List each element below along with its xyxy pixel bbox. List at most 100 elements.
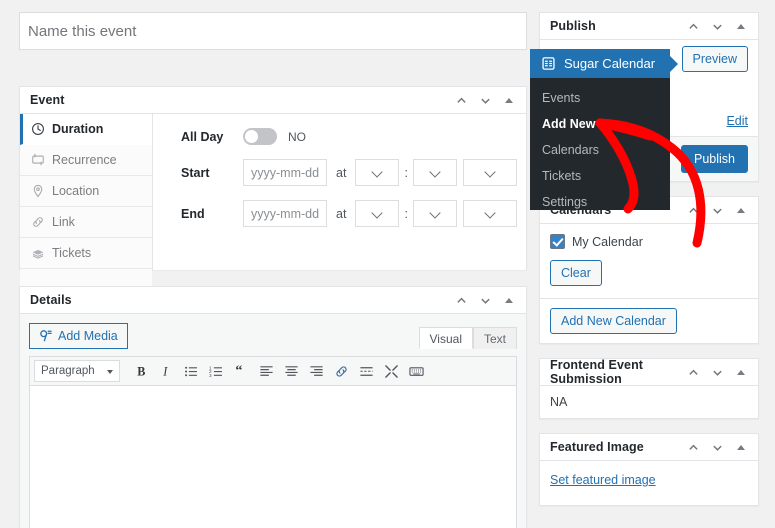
blockquote-icon[interactable]: “ — [230, 360, 253, 383]
move-up-icon[interactable] — [682, 361, 704, 383]
add-new-calendar-button[interactable]: Add New Calendar — [550, 308, 677, 334]
details-panel-title: Details — [30, 293, 72, 307]
move-up-icon[interactable] — [450, 89, 472, 111]
end-at-label: at — [336, 206, 347, 221]
end-time-separator: : — [404, 206, 408, 221]
tab-visual[interactable]: Visual — [418, 327, 473, 349]
editor-top-row: Add Media Visual Text — [29, 323, 517, 349]
menu-item-calendars[interactable]: Calendars — [530, 137, 670, 163]
start-minute-select[interactable] — [412, 159, 457, 186]
menu-item-add-new[interactable]: Add New — [530, 111, 670, 137]
move-down-icon[interactable] — [474, 89, 496, 111]
read-more-icon[interactable] — [355, 360, 378, 383]
tab-text[interactable]: Text — [472, 327, 517, 349]
all-day-state: NO — [288, 129, 306, 144]
sugar-calendar-menu-label: Sugar Calendar — [564, 56, 656, 71]
event-tab-duration[interactable]: Duration — [20, 114, 152, 145]
all-day-toggle[interactable] — [243, 128, 277, 145]
details-panel-header: Details — [20, 287, 526, 314]
event-tab-label: Link — [52, 215, 75, 229]
sugar-calendar-menu-header[interactable]: Sugar Calendar — [530, 49, 678, 78]
event-tab-recurrence[interactable]: Recurrence — [20, 145, 152, 176]
publish-edit-link[interactable]: Edit — [726, 114, 748, 128]
add-media-label: Add Media — [58, 329, 118, 343]
svg-text:B: B — [137, 364, 145, 378]
publish-button[interactable]: Publish — [681, 145, 748, 173]
start-meridiem-select[interactable] — [462, 159, 517, 186]
align-left-icon[interactable] — [255, 360, 278, 383]
move-down-icon[interactable] — [706, 361, 728, 383]
paragraph-format-select[interactable]: Paragraph — [34, 360, 120, 382]
featured-image-panel: Featured Image Set featured image — [539, 433, 759, 506]
calendar-item[interactable]: My Calendar — [550, 234, 748, 249]
end-label: End — [181, 206, 205, 221]
move-up-icon[interactable] — [682, 15, 704, 37]
panel-controls — [682, 199, 752, 221]
align-right-icon[interactable] — [305, 360, 328, 383]
move-up-icon[interactable] — [450, 289, 472, 311]
panel-controls — [450, 89, 520, 111]
numbered-list-icon[interactable]: 1 2 3 — [205, 360, 228, 383]
start-label: Start — [181, 165, 210, 180]
all-day-row: All Day NO — [181, 128, 526, 145]
event-tab-location[interactable]: Location — [20, 176, 152, 207]
toggle-panel-icon[interactable] — [730, 361, 752, 383]
add-media-button[interactable]: Add Media — [29, 323, 128, 349]
admin-page: Event Duration — [0, 0, 775, 528]
start-at-label: at — [336, 165, 347, 180]
toggle-panel-icon[interactable] — [730, 199, 752, 221]
align-center-icon[interactable] — [280, 360, 303, 383]
end-date-input[interactable] — [243, 200, 327, 227]
panel-controls — [682, 436, 752, 458]
move-up-icon[interactable] — [682, 436, 704, 458]
preview-button[interactable]: Preview — [681, 46, 748, 72]
end-hour-select[interactable] — [355, 200, 400, 227]
toggle-panel-icon[interactable] — [730, 436, 752, 458]
start-hour-select[interactable] — [355, 159, 400, 186]
toolbar-toggle-icon[interactable] — [405, 360, 428, 383]
italic-icon[interactable]: I — [155, 360, 178, 383]
menu-item-tickets[interactable]: Tickets — [530, 163, 670, 189]
toggle-panel-icon[interactable] — [730, 15, 752, 37]
event-tab-tickets[interactable]: Tickets — [20, 238, 152, 269]
event-title-wrapper — [19, 12, 527, 50]
frontend-submission-panel: Frontend Event Submission NA — [539, 358, 759, 419]
fullscreen-icon[interactable] — [380, 360, 403, 383]
svg-text:“: “ — [235, 364, 242, 378]
event-panel-header: Event — [20, 87, 526, 114]
menu-item-events[interactable]: Events — [530, 85, 670, 111]
start-time-separator: : — [404, 165, 408, 180]
move-down-icon[interactable] — [474, 289, 496, 311]
sugar-calendar-menu: Sugar Calendar Events Add New Calendars … — [530, 49, 678, 210]
calendars-list: My Calendar Clear — [540, 224, 758, 298]
end-minute-select[interactable] — [412, 200, 457, 227]
editor-toolbar: Paragraph B I 1 2 3 “ — [29, 356, 517, 385]
event-tab-link[interactable]: Link — [20, 207, 152, 238]
start-date-input[interactable] — [243, 159, 327, 186]
repeat-icon — [32, 153, 44, 166]
move-down-icon[interactable] — [706, 199, 728, 221]
set-featured-image-link[interactable]: Set featured image — [550, 473, 656, 487]
featured-image-header: Featured Image — [540, 434, 758, 461]
move-down-icon[interactable] — [706, 15, 728, 37]
event-title-input[interactable] — [19, 12, 527, 50]
toggle-panel-icon[interactable] — [498, 289, 520, 311]
editor-content-area[interactable] — [29, 385, 517, 528]
end-meridiem-select[interactable] — [462, 200, 517, 227]
panel-controls — [450, 289, 520, 311]
clear-button[interactable]: Clear — [550, 260, 602, 286]
toggle-panel-icon[interactable] — [498, 89, 520, 111]
event-panel-body: Duration Recurrence Location Link Ticket… — [20, 114, 526, 289]
calendar-label: My Calendar — [572, 234, 643, 249]
featured-image-body: Set featured image — [540, 461, 758, 505]
move-up-icon[interactable] — [682, 199, 704, 221]
editor-mode-tabs: Visual Text — [418, 327, 517, 349]
link-icon[interactable] — [330, 360, 353, 383]
svg-text:3: 3 — [209, 373, 212, 378]
move-down-icon[interactable] — [706, 436, 728, 458]
calendar-checkbox[interactable] — [550, 234, 565, 249]
bulleted-list-icon[interactable] — [180, 360, 203, 383]
bold-icon[interactable]: B — [130, 360, 153, 383]
menu-item-settings[interactable]: Settings — [530, 189, 670, 215]
event-tab-label: Location — [52, 184, 100, 198]
